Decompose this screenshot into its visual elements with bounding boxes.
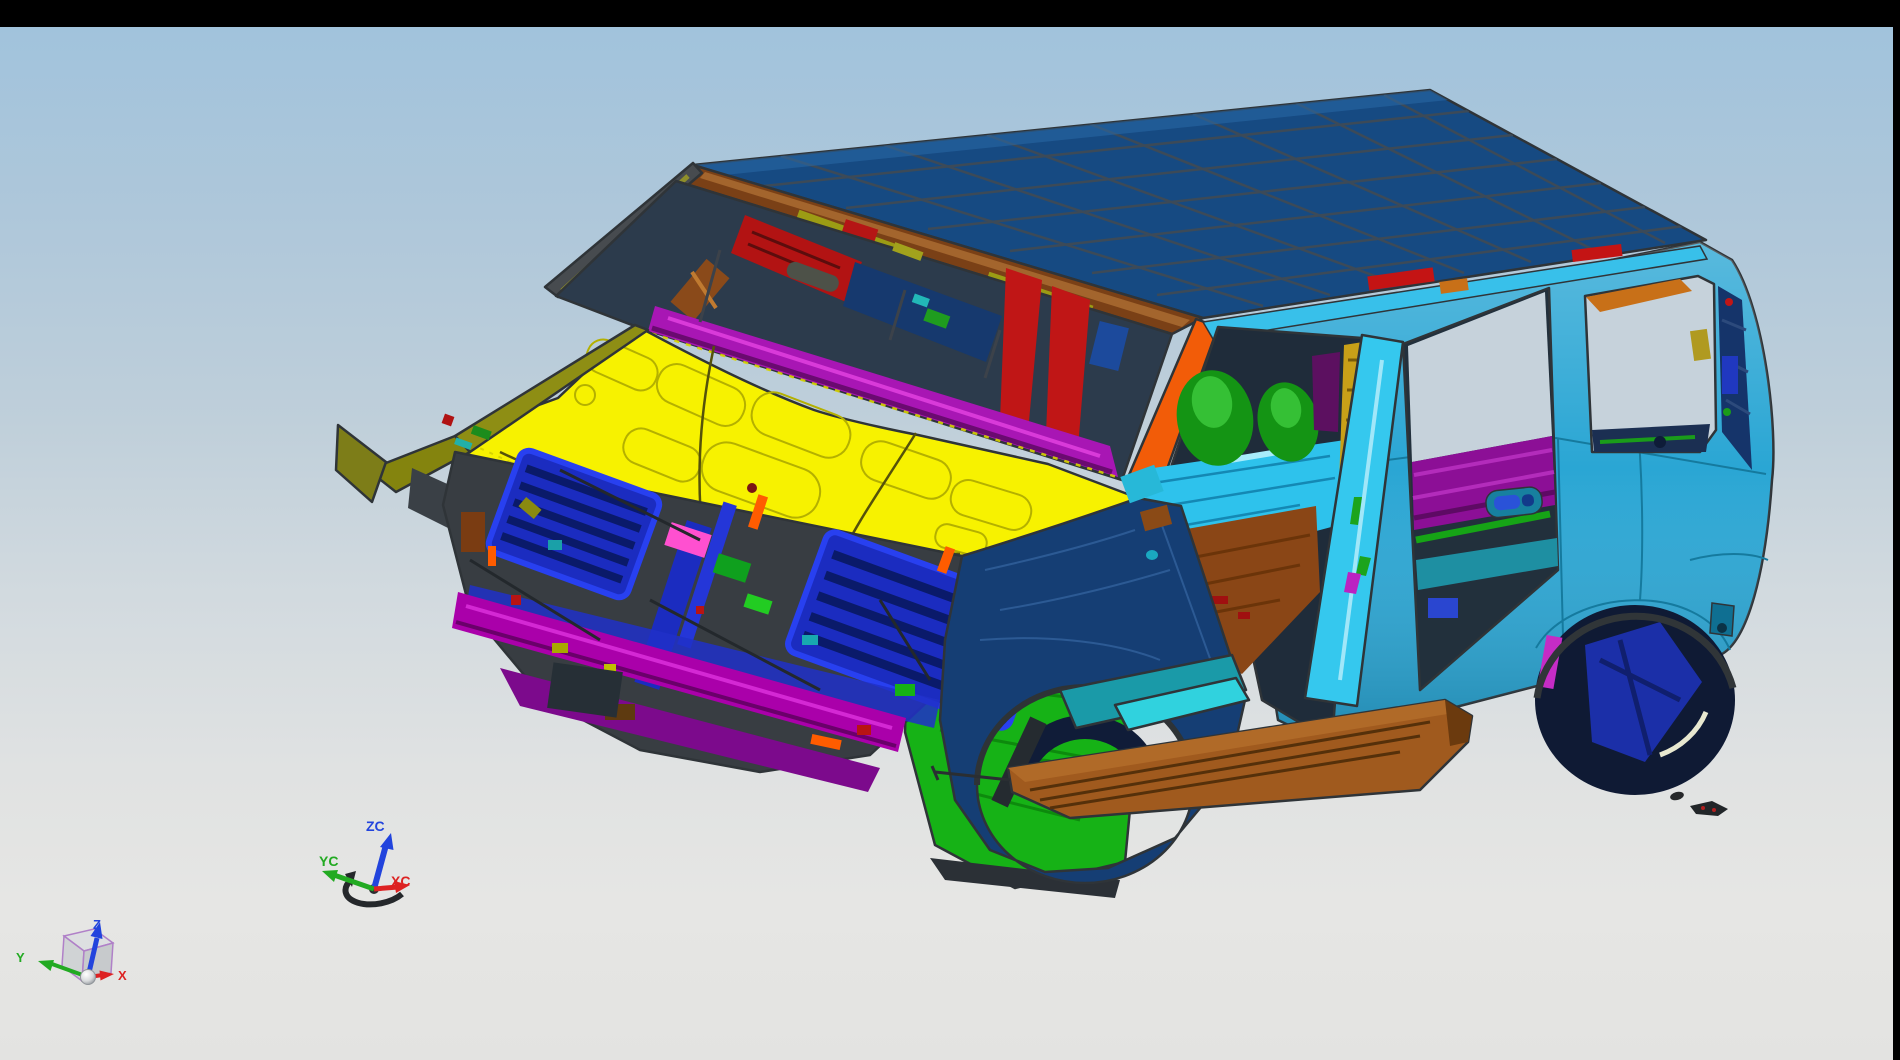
door-handle-recess[interactable] [1485,486,1544,519]
datum-y-label: Y [16,950,25,965]
loose-fragment-parts[interactable] [1669,790,1728,816]
scene-canvas: ZC YC XC Z Y [0,27,1893,1060]
quarter-window-opening[interactable] [1585,276,1716,452]
wcs-xc-label[interactable]: XC [391,873,410,889]
rear-wheel-arch[interactable] [1535,605,1735,795]
right-black-bar [1893,0,1900,1060]
fender-hole [1146,550,1158,560]
wcs-yc-label[interactable]: YC [319,853,338,869]
door-inner-purple-panel [1312,352,1340,432]
cad-application-window: ZC YC XC Z Y [0,0,1900,1060]
datum-origin-sphere[interactable] [81,970,96,985]
datum-x-label: X [118,968,127,983]
wcs-triad[interactable]: ZC YC XC [319,818,410,904]
rear-notch-hole [1717,623,1727,633]
datum-z-label: Z [93,917,101,932]
car-model[interactable] [336,90,1773,898]
hood-latch-dot [747,483,757,493]
fender-leading-piece[interactable] [336,425,386,502]
top-black-bar [0,0,1900,27]
3d-graphics-viewport[interactable]: ZC YC XC Z Y [0,27,1893,1060]
datum-csys[interactable]: Z Y X [16,917,127,985]
wcs-zc-label[interactable]: ZC [366,818,385,834]
